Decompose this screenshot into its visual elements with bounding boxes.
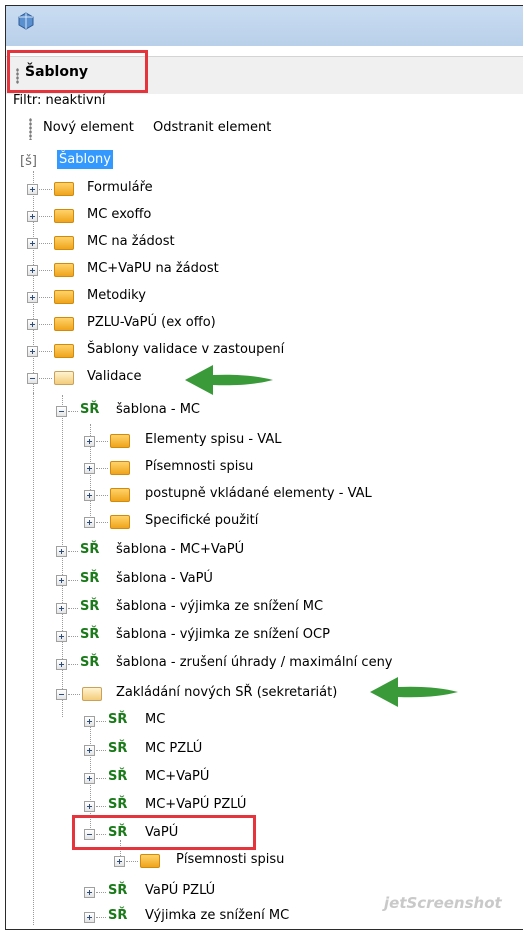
expand-icon[interactable] <box>84 887 95 898</box>
open-folder-icon <box>82 687 102 701</box>
expand-icon[interactable] <box>27 265 38 276</box>
sr-icon: SŘ <box>108 908 128 923</box>
sr-icon: SŘ <box>108 797 128 812</box>
expand-icon[interactable] <box>84 436 95 447</box>
sr-icon: SŘ <box>108 712 128 727</box>
sr-icon: SŘ <box>80 571 100 586</box>
folder-icon <box>54 344 74 358</box>
sr-icon: SŘ <box>80 599 100 614</box>
folder-icon <box>54 182 74 196</box>
expand-icon[interactable] <box>56 631 67 642</box>
highlight-box-vapu <box>72 815 256 850</box>
sr-icon: SŘ <box>108 741 128 756</box>
expand-icon[interactable] <box>27 292 38 303</box>
tree-view: [š] Šablony Formuláře MC exoffo MC na žá… <box>20 150 393 925</box>
sr-icon: SŘ <box>108 883 128 898</box>
expand-icon[interactable] <box>84 716 95 727</box>
tree-root-label[interactable]: Šablony <box>57 150 113 169</box>
expand-icon[interactable] <box>56 575 67 586</box>
arrow-icon <box>185 365 273 395</box>
arrow-icon <box>370 677 458 707</box>
folder-icon <box>54 263 74 277</box>
expand-icon[interactable] <box>114 856 125 867</box>
expand-icon[interactable] <box>84 801 95 812</box>
collapse-icon[interactable] <box>56 406 67 417</box>
expand-icon[interactable] <box>84 745 95 756</box>
expand-icon[interactable] <box>27 184 38 195</box>
folder-icon <box>54 317 74 331</box>
expand-icon[interactable] <box>27 319 38 330</box>
sr-icon: SŘ <box>108 769 128 784</box>
folder-icon <box>54 209 74 223</box>
expand-icon[interactable] <box>27 211 38 222</box>
expand-icon[interactable] <box>84 773 95 784</box>
sr-icon: SŘ <box>80 655 100 670</box>
sr-icon: SŘ <box>80 402 100 417</box>
expand-icon[interactable] <box>27 238 38 249</box>
expand-icon[interactable] <box>84 912 95 923</box>
folder-icon <box>140 854 160 868</box>
root-icon: [š] <box>20 154 37 169</box>
folder-icon <box>110 461 130 475</box>
expand-icon[interactable] <box>27 346 38 357</box>
folder-icon <box>54 236 74 250</box>
collapse-icon[interactable] <box>27 373 38 384</box>
expand-icon[interactable] <box>84 463 95 474</box>
expand-icon[interactable] <box>84 490 95 501</box>
expand-icon[interactable] <box>84 517 95 528</box>
folder-icon <box>110 515 130 529</box>
sr-icon: SŘ <box>80 627 100 642</box>
sr-icon: SŘ <box>80 542 100 557</box>
watermark: jetScreenshot <box>384 894 502 912</box>
expand-icon[interactable] <box>56 603 67 614</box>
collapse-icon[interactable] <box>56 689 67 700</box>
expand-icon[interactable] <box>56 659 67 670</box>
open-folder-icon <box>54 371 74 385</box>
folder-icon <box>110 434 130 448</box>
expand-icon[interactable] <box>56 546 67 557</box>
folder-icon <box>54 290 74 304</box>
folder-icon <box>110 488 130 502</box>
